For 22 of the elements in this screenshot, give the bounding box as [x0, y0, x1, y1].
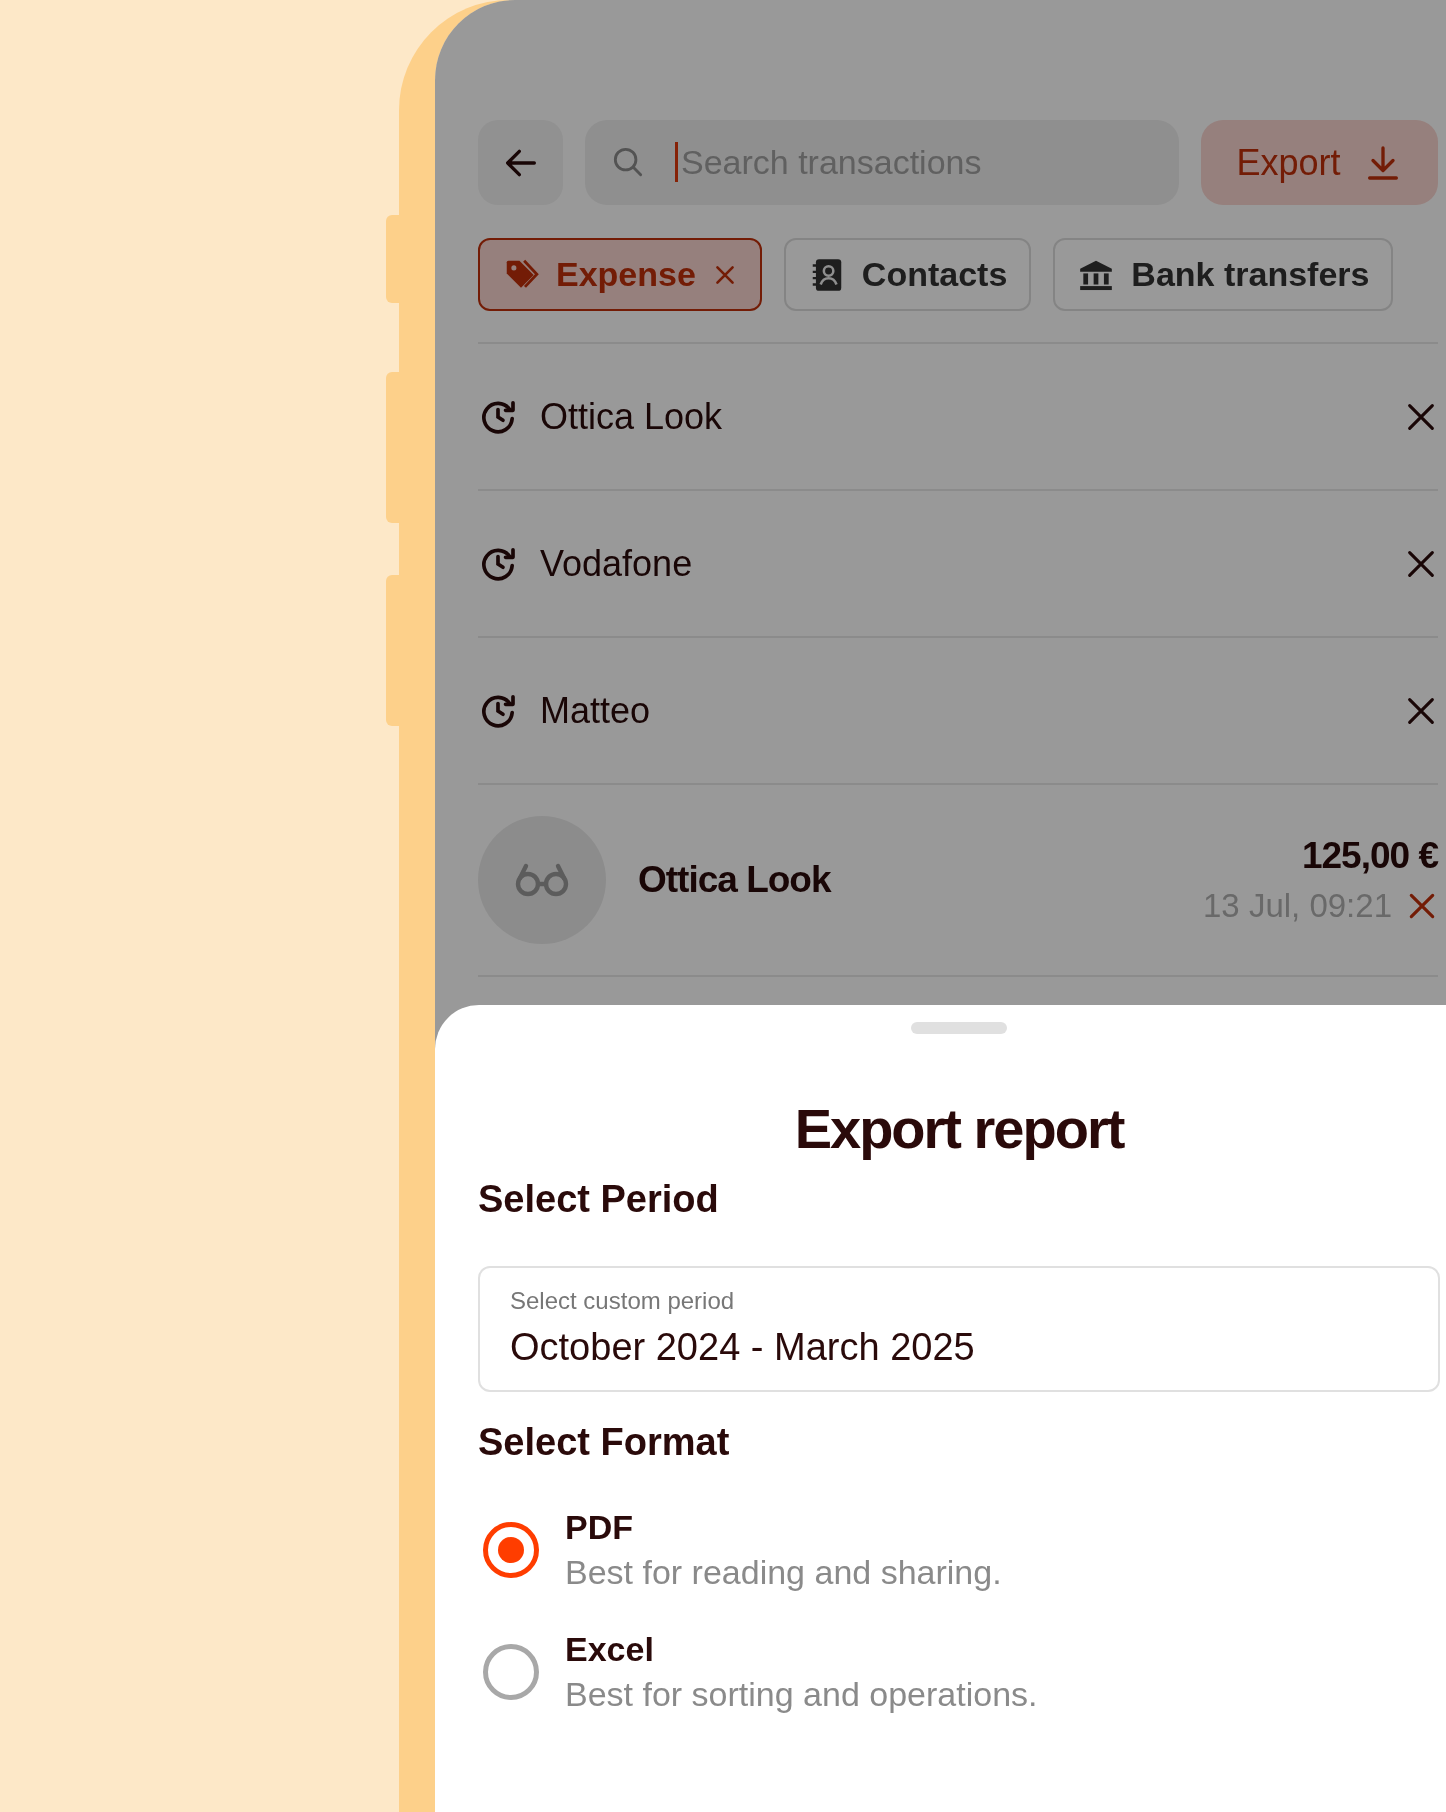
back-button[interactable]: [478, 120, 563, 205]
radio-button[interactable]: [483, 1522, 539, 1578]
field-value: October 2024 - March 2025: [510, 1325, 976, 1370]
filter-chip[interactable]: Bank transfers: [1053, 238, 1394, 311]
recent-search-text[interactable]: Ottica Look: [540, 395, 1382, 438]
option-description: Best for sorting and operations.: [565, 1675, 1038, 1714]
sheet-title: Export report: [793, 1097, 1125, 1161]
recent-search-text[interactable]: Matteo: [540, 689, 1382, 732]
glasses-icon: [514, 862, 570, 898]
field-label: Select custom period: [510, 1286, 736, 1316]
drag-handle[interactable]: [911, 1022, 1007, 1034]
radio-button[interactable]: [483, 1644, 539, 1700]
merchant-name: Ottica Look: [638, 859, 833, 901]
option-title: PDF: [565, 1508, 634, 1547]
period-field[interactable]: Select custom period October 2024 - March 2025: [478, 1266, 1440, 1392]
filter-chip[interactable]: Contacts: [783, 238, 1032, 311]
option-description: Best for reading and sharing.: [565, 1553, 1002, 1592]
section-heading: Select Period: [478, 1177, 720, 1221]
option-title: Excel: [565, 1630, 655, 1669]
amount: 125,00 €: [1301, 835, 1438, 877]
recent-search-text[interactable]: Vodafone: [540, 542, 1382, 585]
section-heading: Select Format: [478, 1420, 731, 1464]
